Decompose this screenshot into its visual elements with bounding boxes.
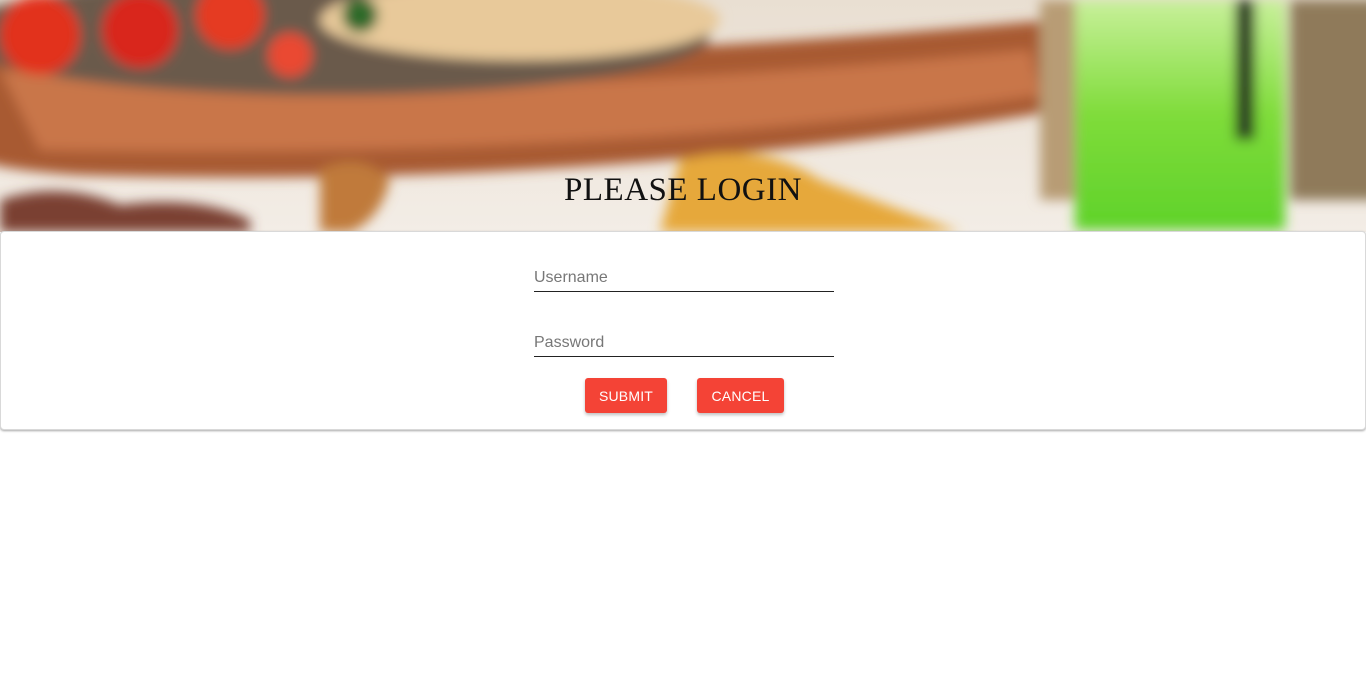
cancel-button[interactable]: CANCEL [697, 378, 784, 413]
hero-banner: PLEASE LOGIN [0, 0, 1366, 232]
login-card: SUBMIT CANCEL [0, 231, 1366, 430]
username-input[interactable] [534, 265, 834, 292]
submit-button[interactable]: SUBMIT [585, 378, 667, 413]
page-title: PLEASE LOGIN [564, 172, 802, 208]
password-input[interactable] [534, 330, 834, 357]
